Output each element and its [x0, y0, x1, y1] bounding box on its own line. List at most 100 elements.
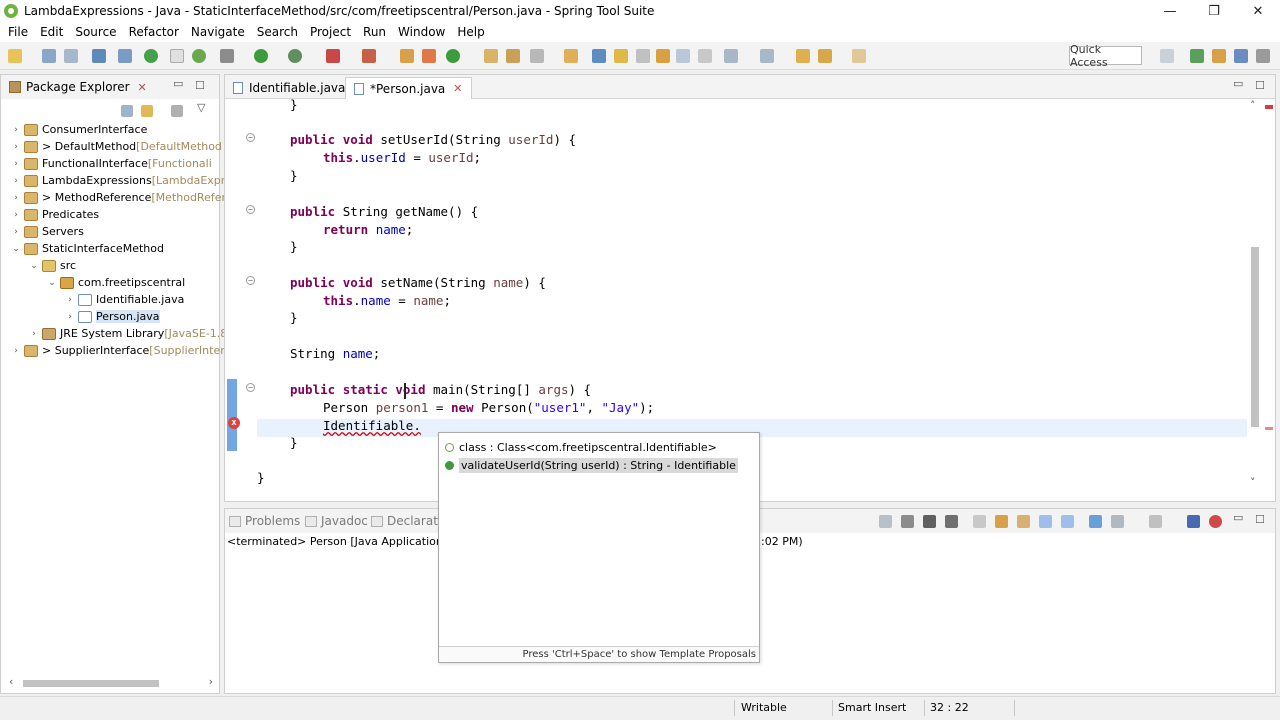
fold-icon[interactable]: − — [246, 383, 255, 392]
filters-icon[interactable] — [171, 105, 183, 117]
quick-access-input[interactable]: Quick Access — [1069, 43, 1142, 69]
tree-item-staticinterfacemethod[interactable]: ⌄ StaticInterfaceMethod — [11, 240, 164, 257]
open-folder-icon[interactable] — [564, 49, 578, 63]
menu-file[interactable]: File — [2, 25, 34, 39]
boot-dashboard-icon[interactable] — [1187, 515, 1200, 528]
menu-search[interactable]: Search — [251, 25, 304, 39]
highlight-icon[interactable] — [614, 49, 628, 63]
tree-item-servers[interactable]: › Servers — [11, 223, 84, 240]
open-console-icon[interactable] — [92, 49, 106, 63]
tree-item-com-freetipscentral[interactable]: ⌄ com.freetipscentral — [47, 274, 185, 291]
scroll-lock-icon[interactable] — [995, 515, 1008, 528]
chevron-down-icon[interactable]: ⌄ — [29, 261, 39, 271]
gradle-icon[interactable] — [1209, 515, 1222, 528]
menu-edit[interactable]: Edit — [34, 25, 69, 39]
block-selection-icon[interactable] — [636, 49, 650, 63]
chevron-right-icon[interactable]: › — [11, 176, 21, 186]
maximize-view-icon[interactable]: ☐ — [1255, 79, 1265, 92]
scroll-left-icon[interactable]: ‹ — [9, 675, 13, 688]
word-wrap-icon[interactable] — [676, 49, 690, 63]
tree-item-consumerinterface[interactable]: › ConsumerInterface — [11, 121, 147, 138]
external-tools-icon[interactable] — [362, 49, 376, 63]
restore-button[interactable]: ❐ — [1192, 0, 1236, 22]
java-ee-perspective-icon[interactable] — [1212, 49, 1226, 63]
new-class-icon[interactable] — [446, 49, 460, 63]
maximize-view-icon[interactable]: ☐ — [1255, 513, 1265, 526]
chevron-down-icon[interactable]: ⌄ — [47, 278, 57, 288]
menu-run[interactable]: Run — [357, 25, 392, 39]
tree-item-methodreference[interactable]: › > MethodReference [MethodRefer — [11, 189, 226, 206]
show-on-error-icon[interactable] — [1061, 515, 1074, 528]
chevron-right-icon[interactable]: › — [29, 329, 39, 339]
tab-person-java[interactable]: *Person.java ✕ — [345, 77, 472, 99]
clear-console-icon[interactable] — [973, 515, 986, 528]
menu-window[interactable]: Window — [392, 25, 451, 39]
collapse-all-icon[interactable] — [121, 105, 133, 117]
close-icon[interactable]: ✕ — [138, 81, 147, 94]
chevron-right-icon[interactable]: › — [65, 312, 75, 322]
menu-navigate[interactable]: Navigate — [185, 25, 251, 39]
error-overview-marker[interactable] — [1265, 105, 1273, 109]
toggle-mark-occurrences-icon[interactable] — [592, 49, 606, 63]
display-console-icon[interactable] — [1111, 515, 1124, 528]
open-type-icon[interactable] — [484, 49, 498, 63]
assist-item-validate-user-id[interactable]: validateUserId(String userId) : String -… — [445, 457, 738, 474]
debug-icon[interactable] — [220, 49, 234, 63]
chevron-right-icon[interactable]: › — [11, 142, 21, 152]
stop-icon[interactable] — [326, 49, 340, 63]
remove-launch-icon[interactable] — [923, 515, 936, 528]
back-icon[interactable] — [818, 49, 832, 63]
chevron-down-icon[interactable]: ⌄ — [11, 244, 21, 254]
scrollbar-thumb[interactable] — [1251, 247, 1259, 427]
package-explorer-scrollbar[interactable]: ‹ › — [9, 675, 213, 689]
minimize-view-icon[interactable]: ▭ — [173, 77, 183, 90]
tab-javadoc[interactable]: Javadoc — [305, 514, 368, 528]
package-explorer-tab[interactable]: Package Explorer ✕ — [1, 80, 147, 94]
close-window-button[interactable]: ✕ — [1236, 0, 1280, 22]
tree-item-functionalinterface[interactable]: › FunctionalInterface [Functionali — [11, 155, 212, 172]
tab-problems[interactable]: Problems — [229, 514, 300, 528]
chevron-right-icon[interactable]: › — [65, 295, 75, 305]
minimize-button[interactable]: — — [1148, 0, 1192, 22]
previous-annotation-icon[interactable] — [760, 49, 774, 63]
chevron-right-icon[interactable]: › — [11, 227, 21, 237]
run-icon[interactable] — [254, 49, 268, 63]
show-on-output-icon[interactable] — [1039, 515, 1052, 528]
scroll-down-icon[interactable]: ˅ — [1250, 476, 1256, 489]
open-console-icon[interactable] — [1149, 515, 1162, 528]
java-perspective-icon[interactable] — [1234, 49, 1248, 63]
tree-item-predicates[interactable]: › Predicates — [11, 206, 99, 223]
scroll-right-icon[interactable]: › — [209, 675, 213, 688]
scrollbar-thumb[interactable] — [23, 680, 159, 687]
search-icon[interactable] — [530, 49, 544, 63]
new-package-icon[interactable] — [422, 49, 436, 63]
run-coverage-icon[interactable] — [288, 49, 302, 63]
close-icon[interactable]: ✕ — [453, 82, 462, 95]
pin-console-icon[interactable] — [879, 515, 892, 528]
tree-item-person-java[interactable]: › Person.java — [65, 308, 160, 325]
save-all-icon[interactable] — [64, 49, 78, 63]
chevron-right-icon[interactable]: › — [11, 346, 21, 356]
spring-boot-icon[interactable] — [144, 49, 158, 63]
tree-item-src[interactable]: ⌄ src — [29, 257, 76, 274]
menu-source[interactable]: Source — [69, 25, 122, 39]
save-icon[interactable] — [42, 49, 56, 63]
word-wrap-icon[interactable] — [1017, 515, 1030, 528]
show-whitespace-icon[interactable] — [656, 49, 670, 63]
link-with-editor-icon[interactable] — [141, 105, 153, 117]
terminate-icon[interactable] — [901, 515, 914, 528]
chevron-right-icon[interactable]: › — [11, 210, 21, 220]
chevron-right-icon[interactable]: › — [11, 159, 21, 169]
chevron-right-icon[interactable]: › — [11, 193, 21, 203]
menu-refactor[interactable]: Refactor — [123, 25, 185, 39]
minimize-view-icon[interactable]: ▭ — [1233, 77, 1243, 90]
forward-icon[interactable] — [852, 49, 866, 63]
open-perspective-icon[interactable] — [1160, 49, 1174, 63]
browser-icon[interactable] — [192, 49, 206, 63]
skip-breakpoints-icon[interactable] — [118, 49, 132, 63]
tree-item-defaultmethod[interactable]: › > DefaultMethod [DefaultMethod — [11, 138, 222, 155]
error-overview-marker[interactable] — [1265, 427, 1273, 430]
scroll-up-icon[interactable]: ˄ — [1250, 99, 1256, 112]
tree-item-jre-system-library[interactable]: › JRE System Library [JavaSE-1.8] — [29, 325, 231, 342]
last-edit-icon[interactable] — [796, 49, 810, 63]
